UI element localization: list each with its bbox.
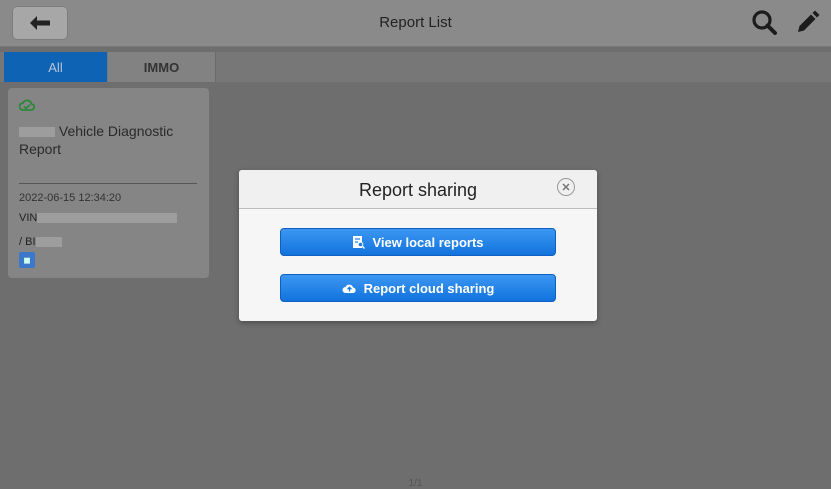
cloud-upload-icon [342, 284, 356, 293]
vin-label: VIN [19, 212, 38, 224]
dialog-title: Report sharing [358, 180, 478, 200]
divider [19, 183, 197, 184]
report-cloud-sharing-button[interactable]: Report cloud sharing [280, 274, 556, 302]
redacted-bl [35, 237, 62, 248]
local-report-icon [353, 236, 366, 249]
report-bl: / BI [19, 236, 62, 248]
bl-label: / BI [19, 236, 36, 248]
search-icon[interactable] [750, 8, 780, 38]
redacted-vin [37, 213, 178, 224]
close-icon[interactable]: ✕ [557, 178, 575, 196]
pencil-icon[interactable] [792, 8, 822, 38]
page-indicator: 1/1 [408, 478, 423, 489]
report-card[interactable]: Vehicle Diagnostic Report 2022-06-15 12:… [8, 88, 209, 278]
view-local-reports-button[interactable]: View local reports [280, 228, 556, 256]
page-title: Report List [379, 14, 452, 31]
report-date: 2022-06-15 12:34:20 [19, 192, 122, 204]
redacted-block [19, 127, 55, 138]
report-title: Vehicle Diagnostic Report [19, 122, 204, 158]
tab-all[interactable]: All [4, 52, 107, 82]
report-vin: VIN [19, 212, 178, 224]
cloud-check-icon [19, 99, 35, 111]
tab-bar: All IMMO [0, 52, 831, 82]
report-cloud-sharing-label: Report cloud sharing [363, 280, 495, 296]
dialog-header: Report sharing ✕ [239, 170, 597, 209]
top-bar: Report List [0, 0, 831, 47]
report-sharing-dialog: Report sharing ✕ View local reports Repo… [239, 170, 597, 321]
view-local-reports-label: View local reports [372, 234, 484, 250]
report-type-badge: ◼ [19, 252, 35, 268]
tab-immo[interactable]: IMMO [108, 52, 216, 82]
